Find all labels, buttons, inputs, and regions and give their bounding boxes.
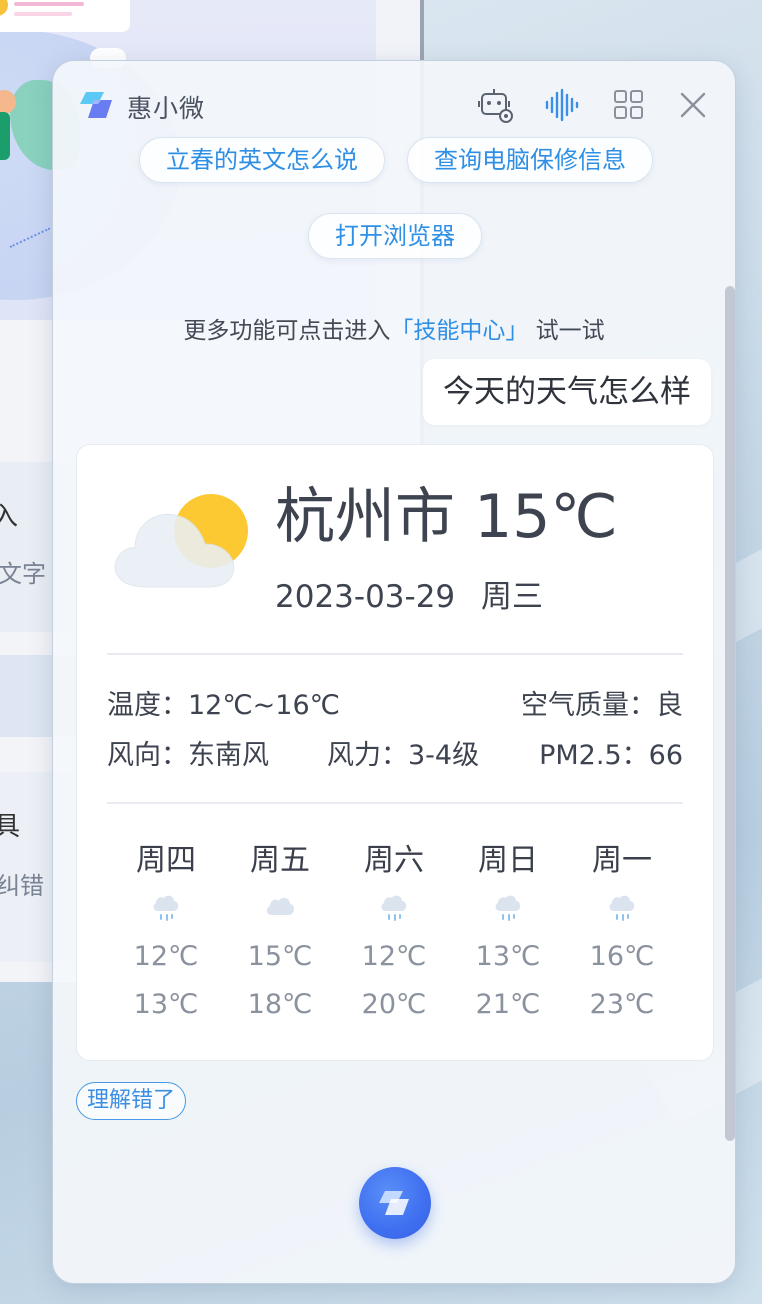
forecast-day: 周六 12℃ 20℃ <box>334 841 454 1029</box>
forecast-low: 13℃ <box>475 941 541 972</box>
grid-apps-icon <box>614 90 643 119</box>
wind-force: 风力：3-4级 <box>327 733 479 772</box>
forecast-high: 13℃ <box>133 989 199 1020</box>
partly-cloudy-icon <box>114 494 248 588</box>
forecast-weekday: 周一 <box>592 843 652 878</box>
scrollbar[interactable] <box>725 286 735 1141</box>
misunderstood-feedback-button[interactable]: 理解错了 <box>76 1082 187 1120</box>
forecast-low: 16℃ <box>589 941 655 972</box>
robot-settings-icon <box>478 89 513 123</box>
close-button[interactable] <box>673 85 713 125</box>
temperature-label: 温度： <box>107 690 188 721</box>
forecast-high: 23℃ <box>589 989 655 1020</box>
forecast-low: 12℃ <box>133 941 199 972</box>
city-temperature: 杭州市 15℃ <box>275 482 618 552</box>
forecast-weekday: 周六 <box>364 843 424 878</box>
air-quality-label: 空气质量： <box>521 690 656 721</box>
app-title: 惠小微 <box>127 94 206 123</box>
voice-wave-icon <box>545 88 579 122</box>
suggestion-chip[interactable]: 立春的英文怎么说 <box>139 137 385 183</box>
background-text: 纠错 <box>0 872 44 900</box>
apps-grid-button[interactable] <box>609 85 649 125</box>
app-logo-icon <box>80 92 112 118</box>
weather-card: 杭州市 15℃ 2023-03-29 周三 温度：12℃~16℃ 空气质量：良 … <box>76 444 714 1061</box>
background-text: 具 <box>0 806 20 843</box>
divider <box>107 802 683 804</box>
voice-wave-button[interactable] <box>543 85 583 125</box>
pm25-value: 66 <box>648 740 683 771</box>
background-person-body <box>0 112 10 160</box>
assistant-voice-button[interactable] <box>359 1167 431 1239</box>
temperature-range: 温度：12℃~16℃ <box>107 683 340 722</box>
pm25-label: PM2.5： <box>539 740 649 771</box>
weekday-text: 周三 <box>481 579 544 615</box>
assistant-panel: 惠小微 立春的英文怎么说 查询电脑保修信息 打开浏览器 更多功能可点击进入「技能… <box>52 60 736 1284</box>
panel-header: 惠小微 <box>53 61 735 149</box>
hint-text: 更多功能可点击进入 <box>183 318 391 344</box>
forecast-day: 周五 15℃ 18℃ <box>220 841 340 1029</box>
wind-force-label: 风力： <box>327 740 408 771</box>
forecast-day: 周一 16℃ 23℃ <box>562 841 682 1029</box>
skill-center-link[interactable]: 「技能中心」 <box>390 318 528 344</box>
forecast-day: 周四 12℃ 13℃ <box>106 841 226 1029</box>
light-rain-icon <box>495 895 521 921</box>
close-icon <box>680 92 706 118</box>
forecast-high: 21℃ <box>475 989 541 1020</box>
forecast-weekday: 周五 <box>250 843 310 878</box>
light-rain-icon <box>609 895 635 921</box>
app-logo-icon <box>379 1191 409 1215</box>
background-card <box>0 0 130 32</box>
temperature-value: 12℃~16℃ <box>188 690 340 721</box>
forecast-high: 18℃ <box>247 989 313 1020</box>
forecast-weekday: 周日 <box>478 843 538 878</box>
wind-direction-label: 风向： <box>107 740 188 771</box>
background-text: 文字 <box>0 560 46 588</box>
suggestion-chip[interactable]: 打开浏览器 <box>308 213 482 259</box>
forecast-low: 15℃ <box>247 941 313 972</box>
cloudy-icon <box>266 897 294 915</box>
forecast-day: 周日 13℃ 21℃ <box>448 841 568 1029</box>
air-quality-value: 良 <box>656 690 683 721</box>
weather-date: 2023-03-29 周三 <box>275 571 543 616</box>
wind-direction-value: 东南风 <box>188 740 269 771</box>
pm25: PM2.5：66 <box>539 733 683 772</box>
wind-direction: 风向：东南风 <box>107 733 269 772</box>
wind-force-value: 3-4级 <box>408 740 480 771</box>
skill-center-hint: 更多功能可点击进入「技能中心」 试一试 <box>53 311 735 345</box>
hint-text: 试一试 <box>535 318 605 344</box>
robot-settings-button[interactable] <box>476 85 516 125</box>
light-rain-icon <box>381 895 407 921</box>
suggestion-chip[interactable]: 查询电脑保修信息 <box>407 137 653 183</box>
background-text: 入 <box>0 496 18 533</box>
user-message-bubble: 今天的天气怎么样 <box>423 359 711 425</box>
divider <box>107 653 683 655</box>
forecast-high: 20℃ <box>361 989 427 1020</box>
forecast-weekday: 周四 <box>136 843 196 878</box>
light-rain-icon <box>153 895 179 921</box>
air-quality: 空气质量：良 <box>521 683 683 722</box>
date-text: 2023-03-29 <box>275 579 456 615</box>
forecast-low: 12℃ <box>361 941 427 972</box>
